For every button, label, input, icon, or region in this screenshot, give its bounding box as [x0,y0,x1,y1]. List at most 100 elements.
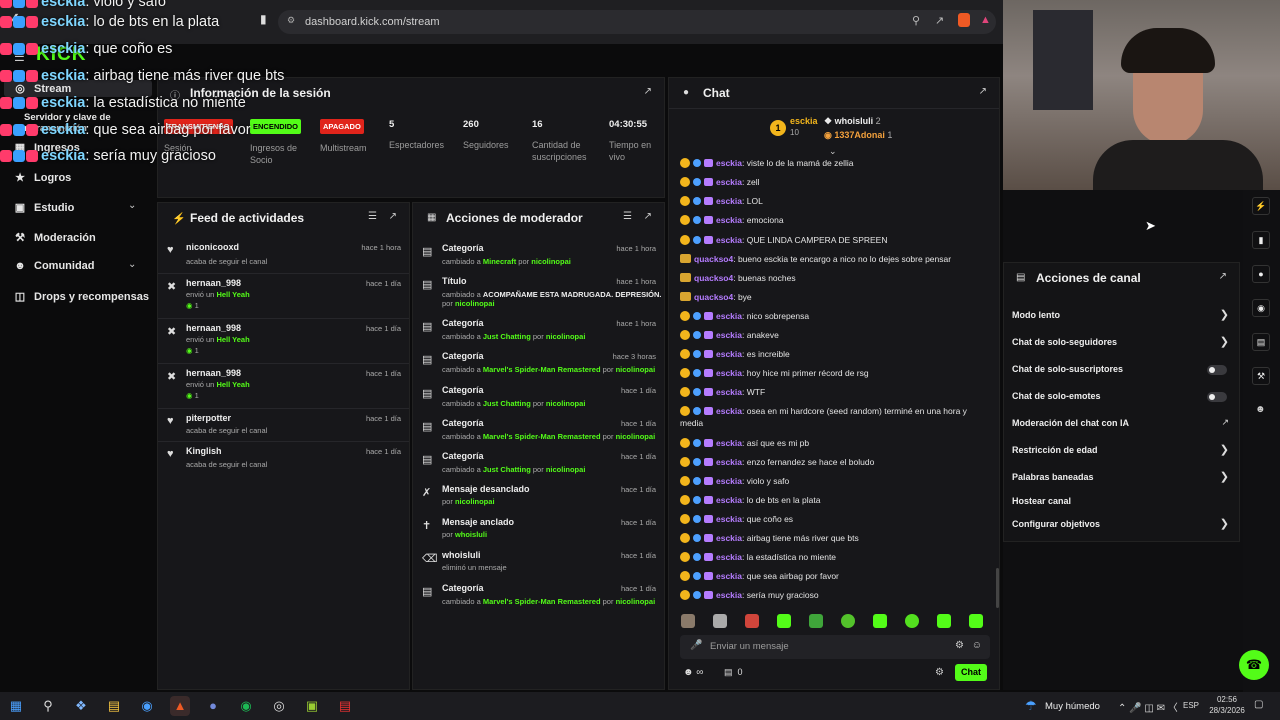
edge-icon[interactable]: ◉ [137,696,157,716]
users-icon[interactable]: ☻ ∞ [683,667,703,678]
chat-user[interactable]: esckia [716,196,742,206]
channel-action-host[interactable]: Hostear canal [1004,496,1241,510]
mod-action[interactable]: whoisluli [442,550,481,560]
feed-user[interactable]: niconicooxd [186,242,239,252]
mod-by[interactable]: whoisluli [455,530,487,539]
app-icon[interactable]: ▤ [335,696,355,716]
emote-icon[interactable] [745,614,759,628]
chat-user[interactable]: esckia [716,330,742,340]
users-icon[interactable]: ☻ [1255,404,1266,415]
toggle-switch[interactable] [1207,365,1227,375]
broadcast-icon[interactable]: ◉ [1252,299,1270,317]
top-user[interactable]: 1337Adonai [834,130,885,140]
share-icon[interactable]: ↗ [935,14,944,27]
clipboard-icon[interactable]: ▮ [1252,231,1270,249]
feed-user[interactable]: hernaan_998 [186,368,241,378]
emote-icon[interactable] [905,614,919,628]
channel-action-goals[interactable]: Configurar objetivos ❯ [1004,518,1241,533]
language-indicator[interactable]: ESP [1183,701,1199,710]
chat-user[interactable]: esckia [716,438,742,448]
channel-action-followers-only[interactable]: Chat de solo-seguidores ❯ [1004,336,1241,351]
emote-icon[interactable] [937,614,951,628]
emoji-icon[interactable]: ☺ [972,640,982,651]
chat-user[interactable]: esckia [716,349,742,359]
spotify-icon[interactable]: ◉ [236,696,256,716]
external-link-icon[interactable]: ↗ [979,86,987,97]
sidebar-item-estudio[interactable]: ▣ Estudio [14,201,75,215]
channel-action-banned-words[interactable]: Palabras baneadas ❯ [1004,471,1241,486]
channel-action-ai-moderation[interactable]: Moderación del chat con IA ↗ [1004,417,1241,432]
brave-icon[interactable]: ▲ [170,696,190,716]
scrollbar[interactable] [996,568,999,608]
mod-by[interactable]: nicolinopai [546,332,586,341]
mic-icon[interactable]: 🎤 [690,640,702,651]
emote-icon[interactable] [713,614,727,628]
sidebar-item-drops[interactable]: ◫ Drops y recompensas [14,290,149,304]
weather-text[interactable]: Muy húmedo [1045,701,1100,712]
chat-user[interactable]: esckia [716,235,742,245]
filter-icon[interactable]: ☰ [368,211,377,222]
chat-user[interactable]: esckia [716,177,742,187]
chat-user[interactable]: esckia [716,387,742,397]
chat-user[interactable]: esckia [716,590,742,600]
chat-input[interactable]: 🎤 Enviar un mensaje ⚙ ☺ [680,635,990,659]
mod-by[interactable]: nicolinopai [546,399,586,408]
sidebar-item-comunidad[interactable]: ☻ Comunidad [14,260,94,272]
chat-user[interactable]: esckia [716,215,742,225]
windows-start-icon[interactable]: ▦ [6,696,26,716]
channel-action-slow-mode[interactable]: Modo lento ❯ [1004,309,1241,324]
filter-icon[interactable]: ☰ [623,211,632,222]
mod-by[interactable]: nicolinopai [616,597,656,606]
chevron-down-icon[interactable]: ⌄ [128,200,136,211]
support-icon[interactable]: ☎ [1239,650,1269,680]
external-link-icon[interactable]: ↗ [1219,271,1227,282]
mod-by[interactable]: nicolinopai [531,257,571,266]
send-chat-button[interactable]: Chat [955,664,987,681]
emote-icon[interactable] [873,614,887,628]
copilot-icon[interactable]: ❖ [71,696,91,716]
feed-user[interactable]: hernaan_998 [186,323,241,333]
obs-icon[interactable]: ◎ [269,696,289,716]
chat-user[interactable]: esckia [716,495,742,505]
sidebar-item-logros[interactable]: ★ Logros [14,171,71,185]
clock-date[interactable]: 28/3/2026 [1205,706,1249,715]
emote-icon[interactable] [841,614,855,628]
channel-icon[interactable]: ▤ [1252,333,1270,351]
chat-user[interactable]: esckia [716,158,742,168]
settings-gear-icon[interactable]: ⚙ [935,667,944,678]
mod-by[interactable]: nicolinopai [455,299,495,308]
search-icon[interactable]: ⚲ [38,696,58,716]
external-link-icon[interactable]: ↗ [389,211,397,222]
chat-user[interactable]: quackso4 [694,292,733,302]
chat-user[interactable]: esckia [716,311,742,321]
brave-shield-icon[interactable] [958,13,970,27]
mod-by[interactable]: nicolinopai [616,365,656,374]
channel-action-emotes-only[interactable]: Chat de solo-emotes [1004,391,1241,405]
lightning-icon[interactable]: ⚡ [1252,197,1270,215]
chat-user[interactable]: esckia [716,457,742,467]
toggle-switch[interactable] [1207,392,1227,402]
emote-icon[interactable] [969,614,983,628]
channel-action-subs-only[interactable]: Chat de solo-suscriptores [1004,364,1241,378]
channel-action-age-restriction[interactable]: Restricción de edad ❯ [1004,444,1241,459]
chat-user[interactable]: esckia [716,476,742,486]
feed-user[interactable]: hernaan_998 [186,278,241,288]
feed-user[interactable]: Kinglish [186,446,222,456]
chevron-down-icon[interactable]: ⌄ [128,259,136,270]
discord-icon[interactable]: ● [203,696,223,716]
top-user[interactable]: esckia [790,116,818,126]
mod-by[interactable]: nicolinopai [455,497,495,506]
minecraft-icon[interactable]: ▣ [302,696,322,716]
feed-user[interactable]: piterpotter [186,413,231,423]
chat-icon[interactable]: ● [1252,265,1270,283]
mod-by[interactable]: nicolinopai [616,432,656,441]
notification-icon[interactable]: ▢ [1254,699,1263,710]
wrench-icon[interactable]: ⚒ [1252,367,1270,385]
zoom-icon[interactable]: ⚲ [912,14,920,27]
address-bar[interactable]: dashboard.kick.com/stream [278,10,996,34]
chat-user[interactable]: esckia [716,533,742,543]
chat-user[interactable]: esckia [716,368,742,378]
mod-by[interactable]: nicolinopai [546,465,586,474]
chevron-down-icon[interactable]: ⌄ [829,146,837,157]
emote-icon[interactable] [681,614,695,628]
